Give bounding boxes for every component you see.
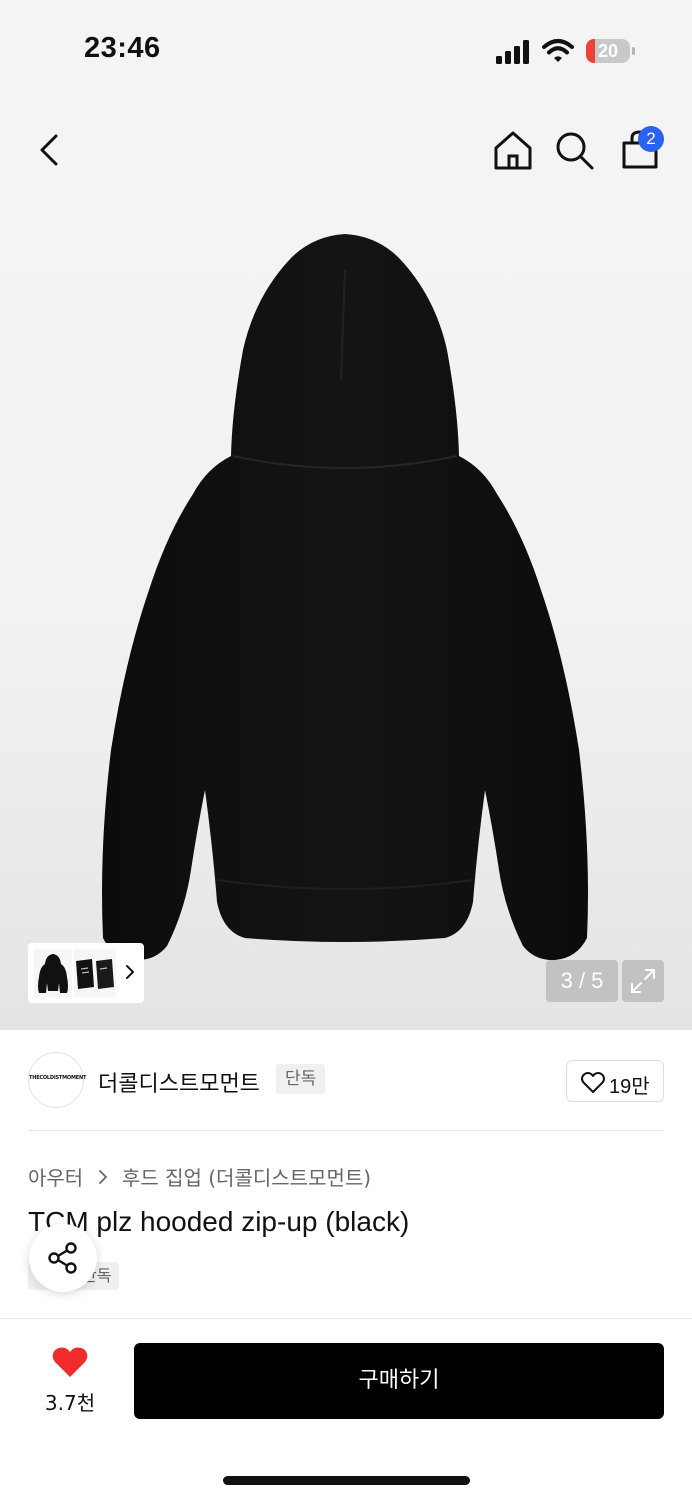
bottom-bar: 3.7천 구매하기 — [0, 1318, 692, 1500]
status-time: 23:46 — [84, 32, 161, 64]
battery-level: 20 — [597, 41, 619, 61]
search-icon[interactable] — [554, 130, 596, 172]
chevron-right-icon[interactable] — [124, 961, 136, 983]
shopping-bag-button[interactable]: 2 — [618, 126, 668, 176]
chevron-right-icon — [98, 1169, 107, 1184]
product-image[interactable] — [95, 230, 595, 1000]
brand-exclusive-badge: 단독 — [276, 1064, 326, 1094]
wishlist-count: 3.7천 — [44, 1391, 96, 1415]
home-icon[interactable] — [490, 128, 536, 174]
heart-filled-icon — [52, 1347, 88, 1377]
thumbnail-strip[interactable] — [28, 943, 144, 1003]
breadcrumb-item[interactable]: 후드 집업 (더콜디스트모먼트) — [122, 1166, 371, 1190]
brand-logo-text: THECOLDISTMOMENT — [29, 1075, 87, 1081]
heart-outline-icon — [581, 1072, 605, 1093]
thumbnail-image[interactable] — [74, 949, 116, 997]
back-icon[interactable] — [30, 128, 70, 172]
cart-count-badge: 2 — [638, 126, 664, 152]
share-icon — [48, 1242, 77, 1274]
brand-like-button[interactable]: 19만 — [566, 1060, 664, 1102]
home-indicator[interactable] — [223, 1476, 470, 1485]
wishlist-button[interactable]: 3.7천 — [30, 1345, 110, 1415]
breadcrumb-item[interactable]: 아우터 — [28, 1166, 83, 1190]
image-counter: 3 / 5 — [546, 960, 618, 1002]
cellular-signal-icon — [496, 40, 529, 64]
brand-like-count: 19만 — [609, 1076, 650, 1098]
wifi-icon — [542, 39, 574, 62]
brand-row: THECOLDISTMOMENT 더콜디스트모먼트 단독 19만 — [0, 1030, 692, 1130]
buy-button[interactable]: 구매하기 — [134, 1343, 664, 1419]
status-bar: 23:46 20 — [0, 0, 692, 100]
expand-icon[interactable] — [622, 960, 664, 1002]
brand-name[interactable]: 더콜디스트모먼트 — [98, 1066, 260, 1098]
battery-icon: 20 — [586, 39, 636, 65]
thumbnail-image[interactable] — [34, 949, 72, 997]
breadcrumb: 아우터 후드 집업 (더콜디스트모먼트) — [28, 1162, 371, 1190]
brand-logo[interactable]: THECOLDISTMOMENT — [28, 1052, 87, 1108]
share-button[interactable] — [29, 1224, 97, 1292]
divider — [28, 1130, 664, 1131]
product-gallery[interactable]: 2 3 / 5 — [0, 100, 692, 1030]
